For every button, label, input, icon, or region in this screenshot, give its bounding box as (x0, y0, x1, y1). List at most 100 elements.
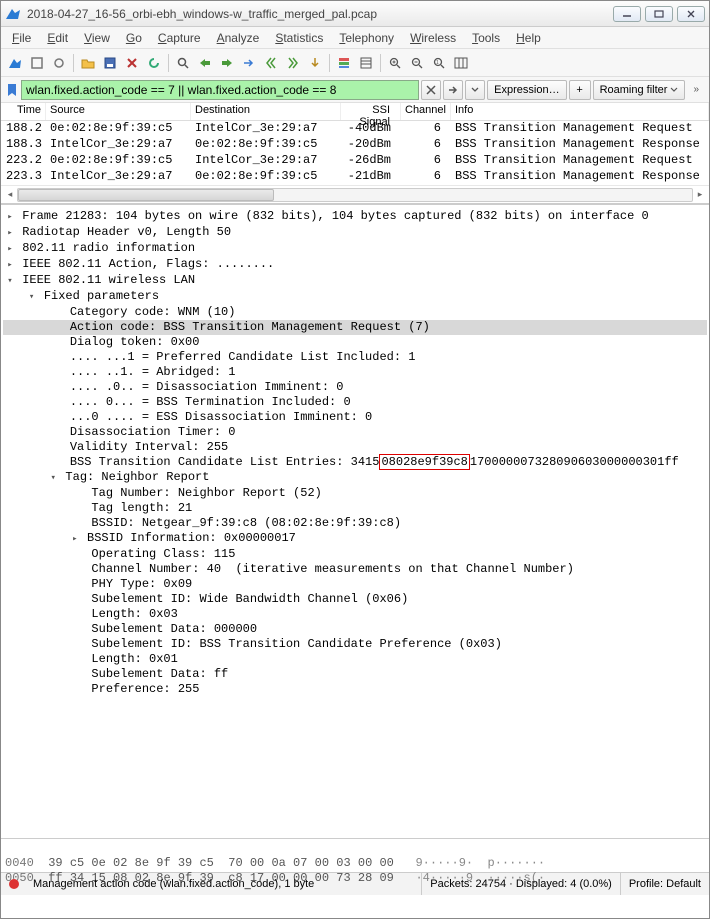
tree-ess-disassoc[interactable]: ...0 .... = ESS Disassociation Imminent:… (70, 410, 372, 424)
packet-list-hscroll[interactable]: ◂ ▸ (1, 185, 709, 203)
restart-capture-icon[interactable] (49, 53, 69, 73)
expression-button[interactable]: Expression… (487, 80, 566, 100)
col-info[interactable]: Info (451, 103, 709, 120)
stop-capture-icon[interactable] (27, 53, 47, 73)
close-button[interactable] (677, 6, 705, 22)
tree-subelem-data-ff[interactable]: Subelement Data: ff (91, 667, 228, 681)
reload-icon[interactable] (144, 53, 164, 73)
roaming-filter-button[interactable]: Roaming filter (593, 80, 686, 100)
maximize-button[interactable] (645, 6, 673, 22)
packet-row[interactable]: 223.3IntelCor_3e:29:a70e:02:8e:9f:39:c5-… (1, 169, 709, 185)
tree-dialog-token[interactable]: Dialog token: 0x00 (70, 335, 200, 349)
col-ssi[interactable]: SSI Signal (341, 103, 401, 120)
hex-bytes[interactable]: 39 c5 0e 02 8e 9f 39 c5 70 00 0a 07 00 0… (48, 856, 394, 870)
open-file-icon[interactable] (78, 53, 98, 73)
tree-subelem-id-pref[interactable]: Subelement ID: BSS Transition Candidate … (91, 637, 501, 651)
find-packet-icon[interactable] (173, 53, 193, 73)
menu-edit[interactable]: Edit (40, 29, 75, 47)
tree-frame[interactable]: Frame 21283: 104 bytes on wire (832 bits… (22, 209, 649, 223)
packet-details-pane[interactable]: Frame 21283: 104 bytes on wire (832 bits… (1, 204, 709, 839)
tree-radiotap[interactable]: Radiotap Header v0, Length 50 (22, 225, 231, 239)
tree-length-03[interactable]: Length: 0x03 (91, 607, 177, 621)
menu-statistics[interactable]: Statistics (268, 29, 330, 47)
zoom-reset-icon[interactable]: 1 (429, 53, 449, 73)
collapse-icon[interactable] (48, 470, 58, 486)
apply-filter-button[interactable] (443, 80, 463, 100)
tree-radio[interactable]: 802.11 radio information (22, 241, 195, 255)
tree-cand-list-a[interactable]: BSS Transition Candidate List Entries: 3… (70, 455, 380, 469)
tree-abridged[interactable]: .... ..1. = Abridged: 1 (70, 365, 236, 379)
expand-icon[interactable] (5, 257, 15, 273)
menu-tools[interactable]: Tools (465, 29, 507, 47)
tree-cand-list-c[interactable]: 170000007328090603000000301ff (470, 455, 679, 469)
packet-row[interactable]: 223.20e:02:8e:9f:39:c5IntelCor_3e:29:a7-… (1, 153, 709, 169)
tree-phy-type[interactable]: PHY Type: 0x09 (91, 577, 192, 591)
menu-view[interactable]: View (77, 29, 117, 47)
expand-icon[interactable] (5, 209, 15, 225)
tree-tag-number[interactable]: Tag Number: Neighbor Report (52) (91, 486, 321, 500)
menu-file[interactable]: File (5, 29, 38, 47)
tree-tag-neighbor[interactable]: Tag: Neighbor Report (65, 470, 209, 484)
packet-row[interactable]: 188.20e:02:8e:9f:39:c5IntelCor_3e:29:a7-… (1, 121, 709, 137)
zoom-in-icon[interactable] (385, 53, 405, 73)
menu-telephony[interactable]: Telephony (332, 29, 401, 47)
recent-filters-dropdown[interactable] (465, 80, 485, 100)
scroll-left-icon[interactable]: ◂ (3, 188, 17, 202)
tree-channel-num[interactable]: Channel Number: 40 (iterative measuremen… (91, 562, 573, 576)
save-file-icon[interactable] (100, 53, 120, 73)
menu-help[interactable]: Help (509, 29, 548, 47)
tree-op-class[interactable]: Operating Class: 115 (91, 547, 235, 561)
minimize-button[interactable] (613, 6, 641, 22)
zoom-out-icon[interactable] (407, 53, 427, 73)
collapse-icon[interactable] (27, 289, 37, 305)
packet-bytes-pane[interactable]: 0040 39 c5 0e 02 8e 9f 39 c5 70 00 0a 07… (1, 839, 709, 873)
add-filter-button[interactable]: + (569, 80, 591, 100)
close-file-icon[interactable] (122, 53, 142, 73)
toolbar-overflow-icon[interactable]: » (687, 84, 705, 95)
tree-subelem-data-0[interactable]: Subelement Data: 000000 (91, 622, 257, 636)
tree-disassoc-imm[interactable]: .... .0.. = Disassociation Imminent: 0 (70, 380, 344, 394)
status-profile[interactable]: Profile: Default (620, 873, 709, 895)
col-source[interactable]: Source (46, 103, 191, 120)
tree-disassoc-timer[interactable]: Disassociation Timer: 0 (70, 425, 236, 439)
clear-filter-button[interactable] (421, 80, 441, 100)
tree-preference[interactable]: Preference: 255 (91, 682, 199, 696)
tree-bssid-info[interactable]: BSSID Information: 0x00000017 (87, 531, 296, 545)
display-filter-input[interactable] (21, 80, 419, 100)
tree-tag-length[interactable]: Tag length: 21 (91, 501, 192, 515)
expand-icon[interactable] (5, 225, 15, 241)
go-back-icon[interactable] (195, 53, 215, 73)
start-capture-icon[interactable] (5, 53, 25, 73)
expand-icon[interactable] (70, 531, 80, 547)
go-forward-icon[interactable] (217, 53, 237, 73)
auto-scroll-icon[interactable] (305, 53, 325, 73)
tree-action[interactable]: IEEE 802.11 Action, Flags: ........ (22, 257, 274, 271)
menu-wireless[interactable]: Wireless (403, 29, 463, 47)
menu-go[interactable]: Go (119, 29, 149, 47)
expand-icon[interactable] (5, 241, 15, 257)
col-channel[interactable]: Channel (401, 103, 451, 120)
expert-info-icon[interactable] (9, 879, 19, 889)
col-time[interactable]: Time (1, 103, 46, 120)
tree-bssid[interactable]: BSSID: Netgear_9f:39:c8 (08:02:8e:9f:39:… (91, 516, 401, 530)
tree-validity[interactable]: Validity Interval: 255 (70, 440, 228, 454)
tree-length-01[interactable]: Length: 0x01 (91, 652, 177, 666)
go-last-icon[interactable] (283, 53, 303, 73)
go-first-icon[interactable] (261, 53, 281, 73)
tree-action-code[interactable]: Action code: BSS Transition Management R… (70, 320, 430, 334)
tree-pref-cand[interactable]: .... ...1 = Preferred Candidate List Inc… (70, 350, 416, 364)
scroll-thumb[interactable] (18, 189, 274, 201)
menu-analyze[interactable]: Analyze (210, 29, 267, 47)
tree-subelem-id-wbc[interactable]: Subelement ID: Wide Bandwidth Channel (0… (91, 592, 408, 606)
resize-columns-icon[interactable] (451, 53, 471, 73)
col-dest[interactable]: Destination (191, 103, 341, 120)
menu-capture[interactable]: Capture (151, 29, 208, 47)
scroll-track[interactable] (17, 188, 693, 202)
bookmark-icon[interactable] (5, 83, 19, 97)
collapse-icon[interactable] (5, 273, 15, 289)
tree-category-code[interactable]: Category code: WNM (10) (70, 305, 236, 319)
colorize-icon[interactable] (334, 53, 354, 73)
tree-wlan[interactable]: IEEE 802.11 wireless LAN (22, 273, 195, 287)
tree-bss-term[interactable]: .... 0... = BSS Termination Included: 0 (70, 395, 351, 409)
go-to-packet-icon[interactable] (239, 53, 259, 73)
